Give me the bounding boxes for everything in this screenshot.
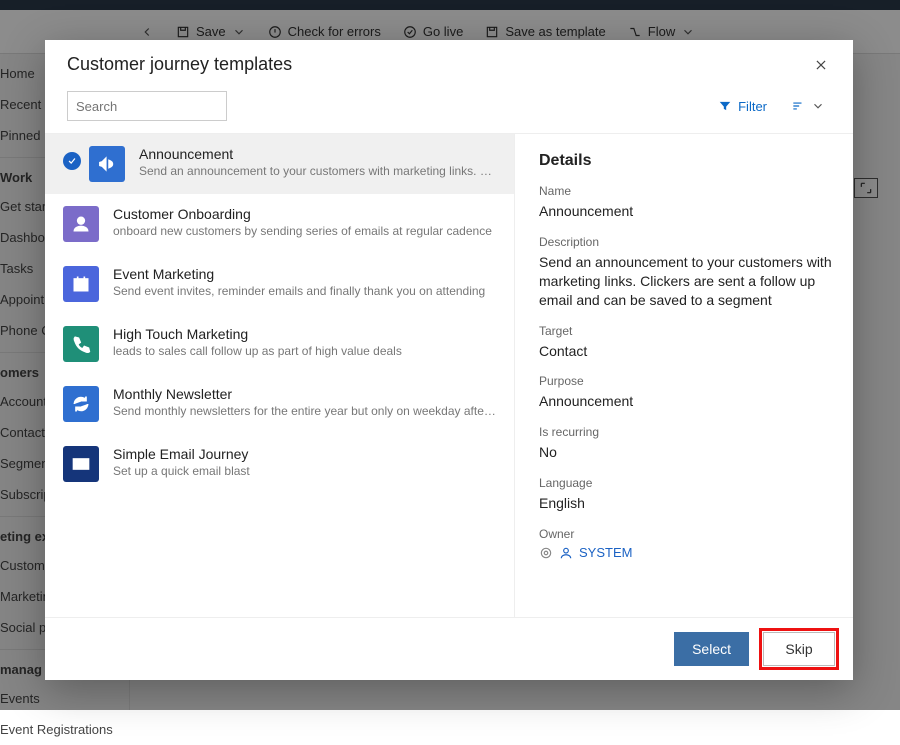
dialog-header: Customer journey templates xyxy=(45,40,853,81)
template-text: Announcement Send an announcement to you… xyxy=(139,146,496,178)
close-icon xyxy=(814,58,828,72)
template-desc: Send event invites, reminder emails and … xyxy=(113,284,496,298)
template-title: Monthly Newsletter xyxy=(113,386,496,402)
sort-icon xyxy=(791,99,805,113)
refresh-icon xyxy=(63,386,99,422)
template-title: Simple Email Journey xyxy=(113,446,496,462)
target-icon xyxy=(539,546,553,560)
template-item[interactable]: Customer Onboarding onboard new customer… xyxy=(45,194,514,254)
select-button[interactable]: Select xyxy=(674,632,749,666)
template-text: High Touch Marketing leads to sales call… xyxy=(113,326,496,358)
megaphone-icon xyxy=(89,146,125,182)
close-button[interactable] xyxy=(811,55,831,75)
dialog-toolbar: Filter xyxy=(45,81,853,133)
filter-label: Filter xyxy=(738,99,767,114)
label-recurring: Is recurring xyxy=(539,425,833,439)
label-purpose: Purpose xyxy=(539,374,833,388)
details-pane: Details Name Announcement Description Se… xyxy=(515,134,853,617)
label-owner: Owner xyxy=(539,527,833,541)
search-input[interactable] xyxy=(76,99,252,114)
skip-button[interactable]: Skip xyxy=(763,632,835,666)
sort-button[interactable] xyxy=(785,95,831,117)
templates-dialog: Customer journey templates Filter Announ… xyxy=(45,40,853,680)
template-title: Customer Onboarding xyxy=(113,206,496,222)
label-language: Language xyxy=(539,476,833,490)
owner-name: SYSTEM xyxy=(579,545,632,560)
mail-icon xyxy=(63,446,99,482)
chevron-down-icon xyxy=(811,99,825,113)
dialog-body: Announcement Send an announcement to you… xyxy=(45,133,853,617)
template-item[interactable]: Monthly Newsletter Send monthly newslett… xyxy=(45,374,514,434)
nav-event-reg: Event Registrations xyxy=(0,714,129,745)
template-item[interactable]: Event Marketing Send event invites, remi… xyxy=(45,254,514,314)
value-language: English xyxy=(539,494,833,513)
value-name: Announcement xyxy=(539,202,833,221)
template-desc: Set up a quick email blast xyxy=(113,464,496,478)
label-target: Target xyxy=(539,324,833,338)
template-text: Event Marketing Send event invites, remi… xyxy=(113,266,496,298)
template-title: Event Marketing xyxy=(113,266,496,282)
search-box[interactable] xyxy=(67,91,227,121)
person-icon xyxy=(63,206,99,242)
template-list: Announcement Send an announcement to you… xyxy=(45,134,515,617)
calendar-icon xyxy=(63,266,99,302)
phone-icon xyxy=(63,326,99,362)
template-text: Simple Email Journey Set up a quick emai… xyxy=(113,446,496,478)
value-purpose: Announcement xyxy=(539,392,833,411)
label-description: Description xyxy=(539,235,833,249)
dialog-title: Customer journey templates xyxy=(67,54,292,75)
value-target: Contact xyxy=(539,342,833,361)
template-desc: leads to sales call follow up as part of… xyxy=(113,344,496,358)
template-desc: onboard new customers by sending series … xyxy=(113,224,496,238)
template-desc: Send an announcement to your customers w… xyxy=(139,164,496,178)
dialog-footer: Select Skip xyxy=(45,617,853,680)
template-item[interactable]: Simple Email Journey Set up a quick emai… xyxy=(45,434,514,494)
selected-check-icon xyxy=(63,152,81,170)
template-title: Announcement xyxy=(139,146,496,162)
template-text: Customer Onboarding onboard new customer… xyxy=(113,206,496,238)
person-icon xyxy=(559,546,573,560)
owner-row[interactable]: SYSTEM xyxy=(539,545,833,560)
template-text: Monthly Newsletter Send monthly newslett… xyxy=(113,386,496,418)
template-item[interactable]: High Touch Marketing leads to sales call… xyxy=(45,314,514,374)
filter-icon xyxy=(718,99,732,113)
value-description: Send an announcement to your customers w… xyxy=(539,253,833,310)
template-item[interactable]: Announcement Send an announcement to you… xyxy=(45,134,514,194)
template-title: High Touch Marketing xyxy=(113,326,496,342)
value-recurring: No xyxy=(539,443,833,462)
label-name: Name xyxy=(539,184,833,198)
details-heading: Details xyxy=(539,152,833,170)
filter-button[interactable]: Filter xyxy=(712,95,773,118)
template-desc: Send monthly newsletters for the entire … xyxy=(113,404,496,418)
